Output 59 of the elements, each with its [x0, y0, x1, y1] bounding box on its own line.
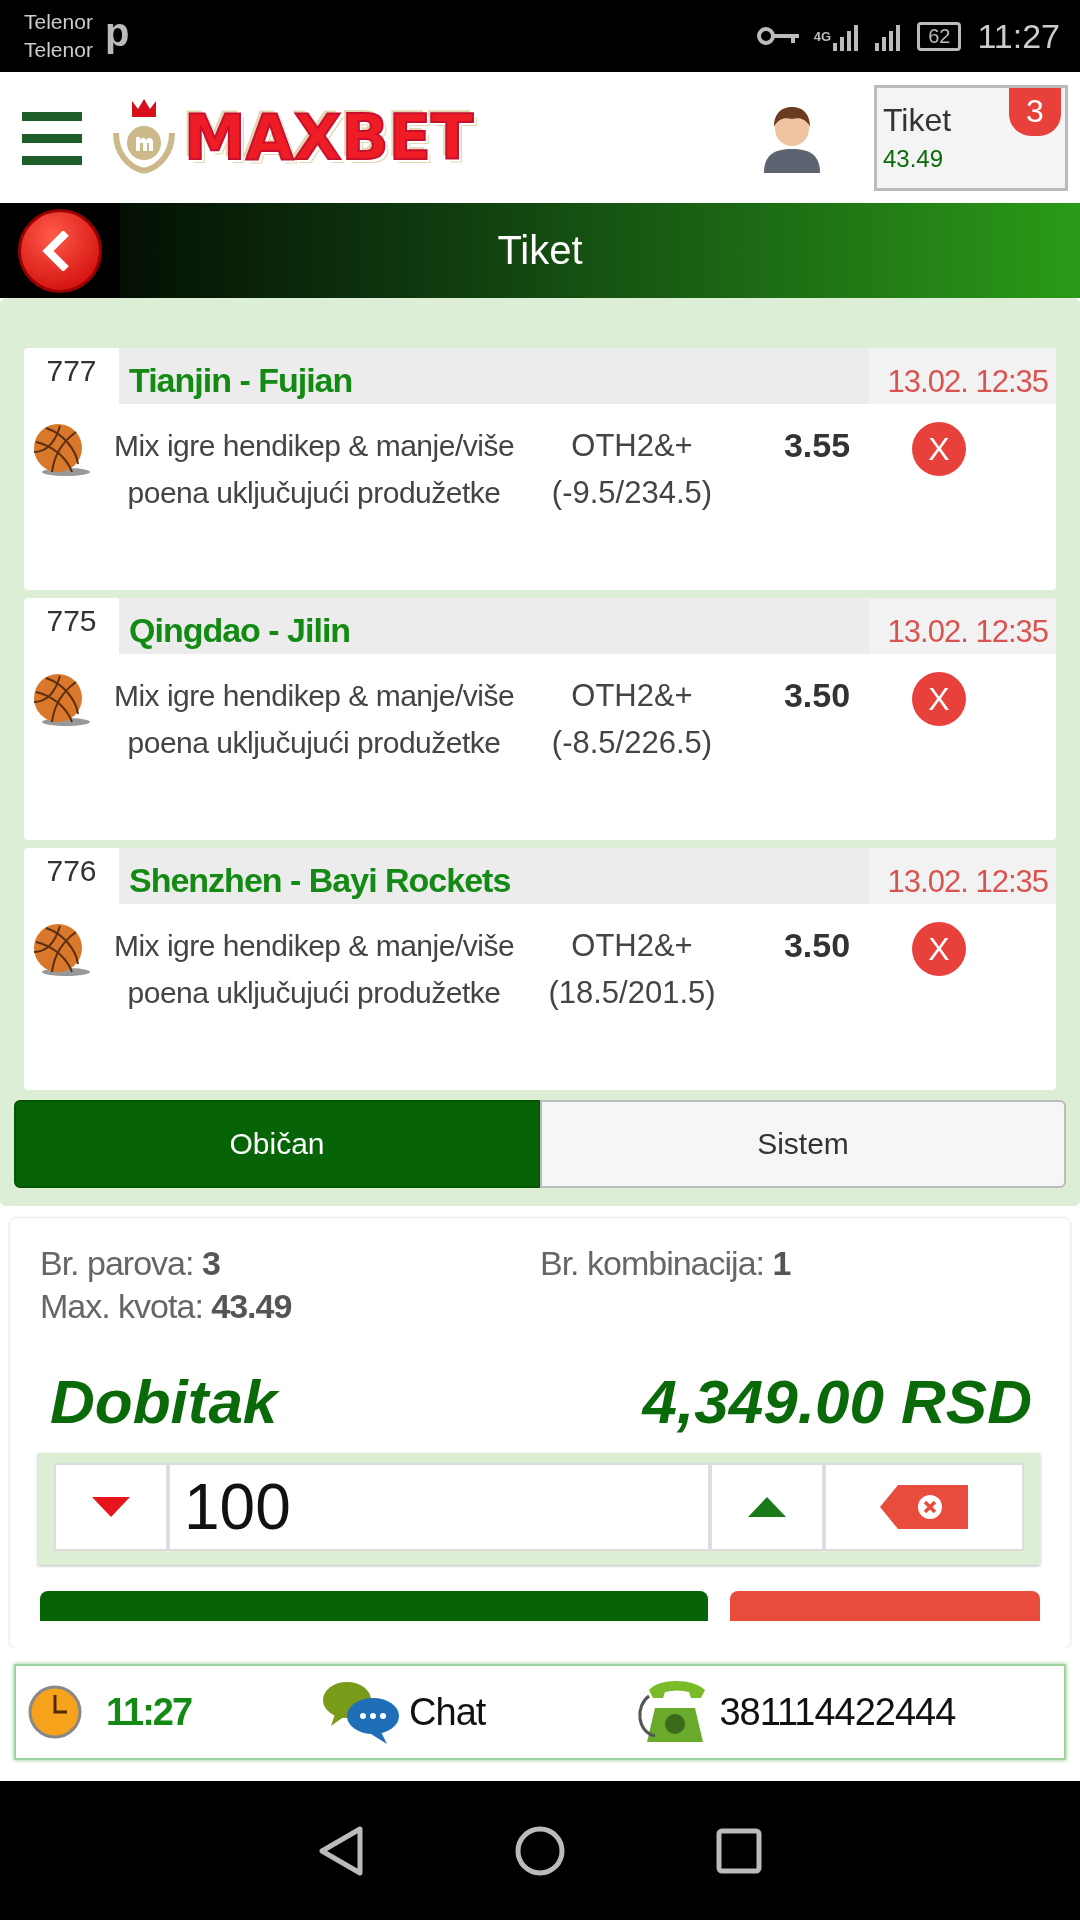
back-icon — [42, 230, 72, 271]
event-code: 775 — [45, 603, 98, 639]
increase-button[interactable] — [710, 1463, 824, 1551]
event-code: 776 — [45, 853, 98, 889]
win-label: Dobitak — [50, 1366, 278, 1437]
recents-nav-icon[interactable] — [716, 1827, 762, 1874]
menu-icon — [22, 109, 82, 166]
logo: MAXBET — [184, 101, 474, 174]
notification-glyph: p — [104, 9, 130, 55]
ticket-button[interactable]: Tiket 43.49 3 — [874, 84, 1068, 191]
home-nav-icon[interactable] — [514, 1824, 566, 1877]
remove-button[interactable]: X — [912, 922, 966, 976]
max-odds: Max. kvota: 43.49 — [40, 1287, 293, 1326]
clock-icon — [28, 1685, 82, 1739]
bet-type-tab[interactable]: Sistem — [540, 1100, 1066, 1188]
market-name: Mix igre hendikep & manje/više poena uključujući produžetke — [112, 428, 516, 511]
bet-type-tab[interactable]: Običan — [14, 1100, 540, 1188]
decrease-button[interactable] — [54, 1463, 168, 1551]
match-name: Shenzhen - Bayi Rockets — [129, 861, 511, 900]
match-time: 13.02. 12:35 — [887, 364, 1048, 400]
event-code: 777 — [45, 353, 98, 389]
battery-indicator: 62 — [917, 21, 962, 51]
pick-name: OTH2&+ — [571, 427, 693, 465]
match-name: Tianjin - Fujian — [129, 361, 353, 400]
odds-value: 3.50 — [782, 926, 852, 965]
remove-button[interactable]: X — [912, 672, 966, 726]
remove-button[interactable]: X — [912, 422, 966, 476]
stake-field[interactable]: 100 — [168, 1463, 710, 1551]
down-triangle-icon — [92, 1497, 130, 1517]
odds-value: 3.55 — [782, 426, 852, 465]
footer-time: 11:27 — [106, 1690, 192, 1734]
key-icon — [755, 25, 802, 47]
market-name: Mix igre hendikep & manje/više poena uključujući produžetke — [112, 928, 516, 1011]
phone-number[interactable]: 381114422444 — [719, 1690, 956, 1734]
odds-value: 3.50 — [782, 676, 852, 715]
network-label: 4G — [813, 28, 832, 44]
clock-time: 11:27 — [977, 16, 1060, 56]
chat-link[interactable]: Chat — [409, 1690, 486, 1734]
carrier-name: Telenor — [24, 37, 93, 63]
pick-line: (-8.5/226.5) — [551, 724, 713, 762]
menu-button[interactable] — [22, 109, 82, 166]
pick-name: OTH2&+ — [571, 927, 693, 965]
market-name: Mix igre hendikep & manje/više poena uključujući produžetke — [112, 678, 516, 761]
ticket-count-badge: 3 — [1009, 87, 1061, 136]
clear-button[interactable] — [824, 1463, 1024, 1551]
pick-line: (-9.5/234.5) — [551, 474, 713, 512]
combinations-count: Br. kombinacija: 1 — [540, 1244, 792, 1283]
match-name: Qingdao - Jilin — [129, 611, 351, 650]
page-title: Tiket — [496, 228, 584, 273]
carrier-name: Telenor — [24, 9, 93, 35]
match-time: 13.02. 12:35 — [887, 864, 1048, 900]
backspace-icon — [880, 1485, 968, 1529]
win-amount: 4,349.00 RSD — [642, 1366, 1032, 1437]
pick-name: OTH2&+ — [571, 677, 693, 715]
match-time: 13.02. 12:35 — [887, 614, 1048, 650]
back-nav-icon[interactable] — [318, 1824, 364, 1877]
up-triangle-icon — [748, 1497, 786, 1517]
pick-line: (18.5/201.5) — [548, 974, 716, 1012]
pairs-count: Br. parova: 3 — [40, 1244, 221, 1283]
